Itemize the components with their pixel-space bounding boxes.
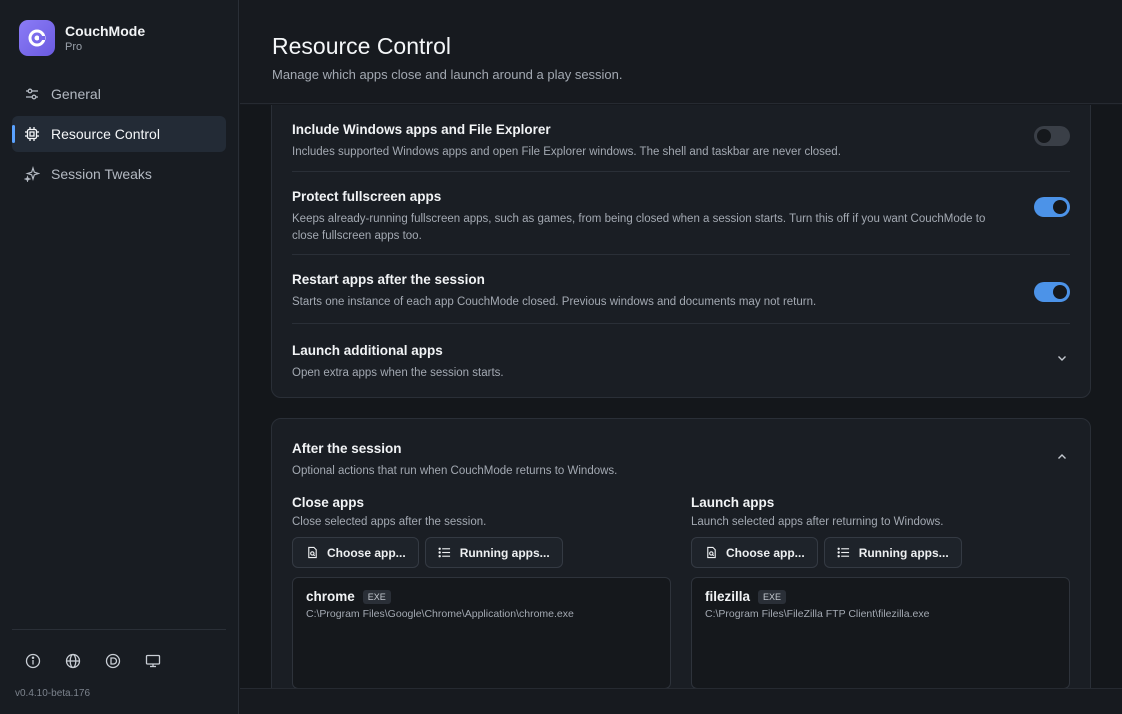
sidebar: CouchMode Pro General Resource Control S… xyxy=(0,0,239,714)
divider xyxy=(292,171,1070,172)
page-title: Resource Control xyxy=(272,33,451,59)
app-path: C:\Program Files\FileZilla FTP Client\fi… xyxy=(705,608,930,620)
chip-icon xyxy=(23,125,41,143)
setting-title: Protect fullscreen apps xyxy=(292,189,442,204)
choose-app-label: Choose app... xyxy=(327,545,406,560)
after-session-card: After the session Optional actions that … xyxy=(271,418,1091,688)
running-apps-button[interactable]: Running apps... xyxy=(424,537,563,568)
running-apps-label: Running apps... xyxy=(459,545,550,560)
launch-apps-column: Launch apps Launch selected apps after r… xyxy=(691,495,1070,688)
setting-description: Keeps already-running fullscreen apps, s… xyxy=(292,213,986,242)
setting-title: Launch additional apps xyxy=(292,343,443,358)
sidebar-item-session-tweaks[interactable]: Session Tweaks xyxy=(12,156,226,192)
chevron-down-icon[interactable] xyxy=(1054,350,1070,366)
list-item[interactable]: chrome EXE C:\Program Files\Google\Chrom… xyxy=(306,589,657,620)
footer-bar xyxy=(240,688,1122,714)
sparkles-icon xyxy=(23,165,41,183)
close-apps-list: chrome EXE C:\Program Files\Google\Chrom… xyxy=(292,577,671,688)
brand-name: CouchMode xyxy=(65,22,146,39)
content-scroll-area[interactable]: Include Windows apps and File Explorer I… xyxy=(240,105,1122,688)
include-windows-apps-toggle[interactable] xyxy=(1034,126,1070,146)
running-apps-button[interactable]: Running apps... xyxy=(823,537,962,568)
sidebar-item-label: Resource Control xyxy=(51,126,160,142)
app-logo-icon xyxy=(19,20,55,56)
monitor-icon[interactable] xyxy=(143,651,163,671)
close-apps-column: Close apps Close selected apps after the… xyxy=(292,495,671,688)
app-type-badge: EXE xyxy=(758,589,787,604)
setting-launch-additional-apps[interactable]: Launch additional apps Open extra apps w… xyxy=(292,343,1070,382)
setting-protect-fullscreen: Protect fullscreen apps Keeps already-ru… xyxy=(292,189,1070,245)
launch-apps-description: Launch selected apps after returning to … xyxy=(691,516,944,528)
app-type-badge: EXE xyxy=(362,589,391,604)
chevron-up-icon[interactable] xyxy=(1054,449,1070,465)
launch-apps-list: filezilla EXE C:\Program Files\FileZilla… xyxy=(691,577,1070,688)
close-apps-title: Close apps xyxy=(292,495,365,510)
choose-app-button[interactable]: Choose app... xyxy=(292,537,419,568)
list-item[interactable]: filezilla EXE C:\Program Files\FileZilla… xyxy=(705,589,1056,620)
section-description: Optional actions that run when CouchMode… xyxy=(292,465,618,477)
list-icon xyxy=(837,546,851,560)
sidebar-item-resource-control[interactable]: Resource Control xyxy=(12,116,226,152)
app-path: C:\Program Files\Google\Chrome\Applicati… xyxy=(306,608,574,620)
setting-description: Includes supported Windows apps and open… xyxy=(292,146,841,158)
setting-include-windows-apps: Include Windows apps and File Explorer I… xyxy=(292,122,1070,161)
brand-tier: Pro xyxy=(65,40,83,53)
file-search-icon xyxy=(305,546,319,560)
launch-apps-title: Launch apps xyxy=(691,495,775,510)
after-session-header[interactable]: After the session Optional actions that … xyxy=(292,441,1070,480)
protect-fullscreen-toggle[interactable] xyxy=(1034,197,1070,217)
sidebar-divider xyxy=(12,629,226,630)
sidebar-item-general[interactable]: General xyxy=(12,76,226,112)
divider xyxy=(292,254,1070,255)
setting-description: Starts one instance of each app CouchMod… xyxy=(292,296,817,308)
page-header: Resource Control Manage which apps close… xyxy=(240,0,1122,104)
sidebar-item-label: Session Tweaks xyxy=(51,166,152,182)
app-name: filezilla xyxy=(705,589,751,604)
file-search-icon xyxy=(704,546,718,560)
setting-title: Include Windows apps and File Explorer xyxy=(292,122,551,137)
brand: CouchMode Pro xyxy=(19,20,145,56)
list-icon xyxy=(438,546,452,560)
sidebar-nav: General Resource Control Session Tweaks xyxy=(12,76,226,196)
restart-apps-toggle[interactable] xyxy=(1034,282,1070,302)
running-apps-label: Running apps... xyxy=(858,545,949,560)
page-subtitle: Manage which apps close and launch aroun… xyxy=(272,67,623,82)
choose-app-button[interactable]: Choose app... xyxy=(691,537,818,568)
session-options-card: Include Windows apps and File Explorer I… xyxy=(271,105,1091,398)
app-name: chrome xyxy=(306,589,355,604)
info-icon[interactable] xyxy=(23,651,43,671)
section-title: After the session xyxy=(292,441,402,456)
globe-icon[interactable] xyxy=(63,651,83,671)
discord-icon[interactable] xyxy=(103,651,123,671)
sidebar-item-label: General xyxy=(51,86,101,102)
sidebar-footer-icons xyxy=(23,651,163,671)
version-label: v0.4.10-beta.176 xyxy=(15,688,91,699)
sliders-icon xyxy=(23,85,41,103)
setting-title: Restart apps after the session xyxy=(292,272,485,287)
setting-restart-apps: Restart apps after the session Starts on… xyxy=(292,272,1070,311)
setting-description: Open extra apps when the session starts. xyxy=(292,367,504,379)
divider xyxy=(292,323,1070,324)
choose-app-label: Choose app... xyxy=(726,545,805,560)
close-apps-description: Close selected apps after the session. xyxy=(292,516,487,528)
